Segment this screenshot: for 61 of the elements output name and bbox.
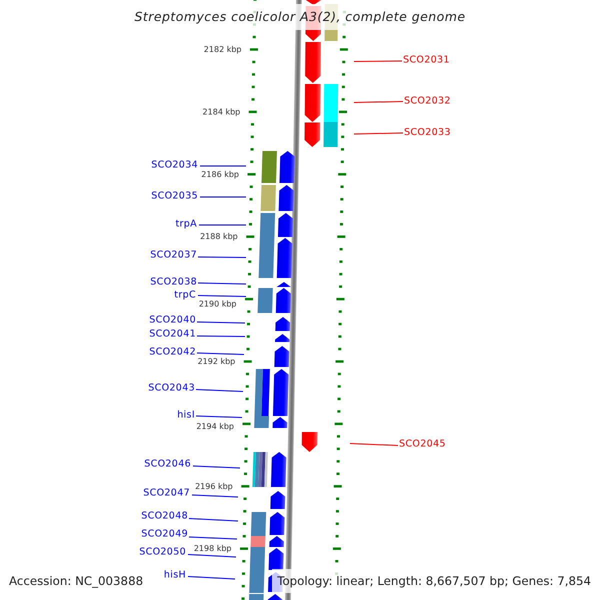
leader-line — [188, 536, 238, 540]
gene-label: trpA — [175, 218, 197, 230]
leader-line — [198, 295, 246, 297]
scale-label: 2186 kbp — [201, 170, 240, 179]
gene-arrow — [278, 185, 294, 211]
leader-line — [196, 352, 244, 355]
leader-line — [354, 60, 402, 62]
leader-line — [196, 322, 246, 324]
scale-label: 2198 kbp — [194, 544, 232, 554]
leader-line — [198, 224, 246, 226]
gene-label: SCO2049 — [141, 528, 188, 540]
leader-line — [192, 494, 238, 498]
gene-label: SCO2038 — [150, 276, 197, 288]
leader-line — [350, 443, 398, 446]
leader-line — [188, 576, 236, 580]
leader-line — [188, 554, 236, 558]
gene-label: SCO2046 — [144, 458, 191, 470]
gene-label: SCO2037 — [150, 250, 197, 260]
leader-line — [196, 416, 242, 418]
gene-label: SCO2047 — [143, 488, 190, 498]
gene-arrow — [305, 42, 321, 83]
gene-label: SCO2043 — [148, 382, 195, 394]
leader-line — [354, 132, 404, 134]
gene-label: hisI — [177, 410, 195, 420]
scale-label: 2194 kbp — [196, 422, 234, 431]
scale-label: 2188 kbp — [200, 232, 238, 242]
leader-line — [196, 389, 244, 392]
leader-line — [354, 101, 404, 103]
gene-label: SCO2045 — [399, 438, 446, 450]
gene-arrow — [270, 491, 286, 509]
leader-line — [188, 518, 238, 522]
leader-line — [198, 256, 246, 258]
gene-arrow — [275, 317, 290, 331]
scale-label: 2190 kbp — [198, 300, 237, 309]
gene-label: SCO2050 — [139, 546, 186, 558]
gene-label: hisH — [164, 570, 186, 580]
scale-label: 2196 kbp — [195, 482, 233, 491]
gene-arrow — [274, 346, 290, 367]
gene-label: SCO2048 — [141, 510, 188, 522]
gene-arrow — [279, 151, 295, 183]
leader-line — [192, 466, 240, 468]
gene-arrow — [270, 452, 286, 487]
scale-label: 2184 kbp — [202, 107, 240, 116]
gene-label: SCO2035 — [151, 190, 198, 202]
leader-line — [198, 282, 246, 284]
gene-label: SCO2040 — [149, 314, 196, 326]
accession-text: Accession: NC_003888 — [9, 573, 144, 590]
leader-line — [200, 196, 246, 198]
gene-label: SCO2031 — [403, 54, 450, 66]
gene-label: trpC — [174, 290, 196, 300]
gene-arrow — [275, 334, 290, 342]
leader-line — [196, 336, 246, 337]
gene-label: SCO2034 — [151, 160, 198, 170]
gene-label: SCO2042 — [149, 346, 196, 358]
scale-label: 2182 kbp — [204, 45, 242, 54]
gene-label: SCO2041 — [149, 328, 196, 340]
gene-label: SCO2033 — [404, 127, 451, 138]
gene-label: SCO2032 — [404, 96, 451, 106]
gene-arrow — [302, 432, 318, 452]
gene-arrow — [268, 594, 282, 600]
scale-label: 2192 kbp — [198, 357, 236, 366]
